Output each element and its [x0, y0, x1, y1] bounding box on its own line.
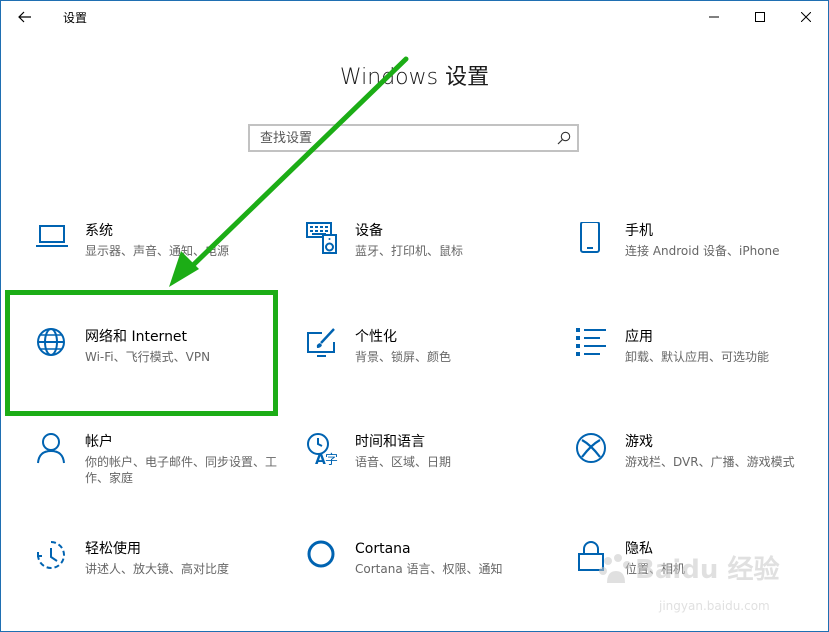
- tile-description: 卸载、默认应用、可选功能: [625, 350, 770, 364]
- person-icon: [37, 433, 65, 464]
- laptop-icon: [36, 225, 68, 247]
- search-input[interactable]: [250, 126, 550, 150]
- window-title: 设置: [63, 11, 88, 25]
- back-arrow-icon: [18, 11, 31, 23]
- tile-title: 时间和语言: [355, 434, 425, 450]
- tile-description: 语音、区域、日期: [355, 455, 452, 469]
- cortana-icon: [307, 540, 335, 568]
- maximize-icon: [755, 12, 765, 22]
- tile-title: Cortana: [355, 541, 411, 557]
- tile-ease-of-access[interactable]: 轻松使用 讲述人、放大镜、高对比度: [36, 540, 276, 620]
- personalization-icon: [307, 328, 335, 357]
- tile-title: 手机: [625, 223, 653, 239]
- tile-description: 背景、锁屏、颜色: [355, 350, 452, 364]
- title-bar: 设置: [1, 1, 828, 33]
- tile-devices[interactable]: 设备 蓝牙、打印机、鼠标: [306, 222, 546, 302]
- tile-title: 网络和 Internet: [85, 329, 188, 345]
- tile-time-language[interactable]: A 字 时间和语言 语音、区域、日期: [306, 433, 546, 513]
- search-icon[interactable]: [557, 131, 571, 145]
- tile-network-internet[interactable]: 网络和 Internet Wi-Fi、飞行模式、VPN: [36, 328, 276, 408]
- tile-description: Wi-Fi、飞行模式、VPN: [85, 350, 211, 364]
- tile-description: 你的帐户、电子邮件、同步设置、工作、家庭: [85, 455, 278, 485]
- tile-description: 讲述人、放大镜、高对比度: [85, 562, 230, 576]
- tile-title: 游戏: [625, 434, 653, 450]
- search-box[interactable]: [248, 124, 579, 152]
- tile-title: 帐户: [85, 434, 113, 450]
- lock-icon: [578, 541, 604, 571]
- xbox-icon: [576, 433, 606, 463]
- tile-title: 隐私: [625, 541, 653, 557]
- tile-title: 应用: [625, 329, 653, 345]
- settings-window: 设置 Windows 设置 系统: [0, 0, 829, 632]
- close-button[interactable]: [783, 1, 828, 33]
- annotation-arrow-icon: [169, 56, 409, 287]
- tile-phone[interactable]: 手机 连接 Android 设备、iPhone: [576, 222, 816, 302]
- tile-title: 轻松使用: [85, 541, 141, 557]
- tile-title: 个性化: [355, 329, 397, 345]
- tile-gaming[interactable]: 游戏 游戏栏、DVR、广播、游戏模式: [576, 433, 816, 513]
- tile-description: 位置、相机: [625, 562, 686, 576]
- phone-icon: [580, 222, 600, 253]
- minimize-icon: [709, 16, 719, 18]
- devices-icon: [306, 222, 337, 254]
- tile-apps[interactable]: 应用 卸载、默认应用、可选功能: [576, 328, 816, 408]
- tile-description: 连接 Android 设备、iPhone: [625, 244, 780, 258]
- minimize-button[interactable]: [691, 1, 737, 33]
- tile-description: 游戏栏、DVR、广播、游戏模式: [625, 455, 795, 469]
- ease-of-access-icon: [37, 541, 65, 569]
- maximize-button[interactable]: [737, 1, 783, 33]
- tile-title: 系统: [85, 223, 113, 239]
- tile-privacy[interactable]: 隐私 位置、相机: [576, 540, 816, 620]
- close-icon: [801, 12, 811, 22]
- svg-text:字: 字: [325, 453, 338, 465]
- tile-accounts[interactable]: 帐户 你的帐户、电子邮件、同步设置、工作、家庭: [36, 433, 277, 513]
- page-title: Windows 设置: [339, 65, 490, 90]
- globe-icon: [37, 328, 65, 356]
- tile-personalization[interactable]: 个性化 背景、锁屏、颜色: [306, 328, 546, 408]
- tile-title: 设备: [355, 223, 383, 239]
- time-language-icon: A 字: [307, 433, 338, 465]
- tile-cortana[interactable]: Cortana Cortana 语言、权限、通知: [306, 540, 546, 620]
- tile-description: 蓝牙、打印机、鼠标: [355, 244, 464, 258]
- tile-system[interactable]: 系统 显示器、声音、通知、电源: [36, 222, 276, 302]
- tile-description: 显示器、声音、通知、电源: [85, 244, 230, 258]
- apps-list-icon: [576, 328, 606, 356]
- back-button[interactable]: [11, 5, 39, 29]
- tile-description: Cortana 语言、权限、通知: [355, 562, 503, 576]
